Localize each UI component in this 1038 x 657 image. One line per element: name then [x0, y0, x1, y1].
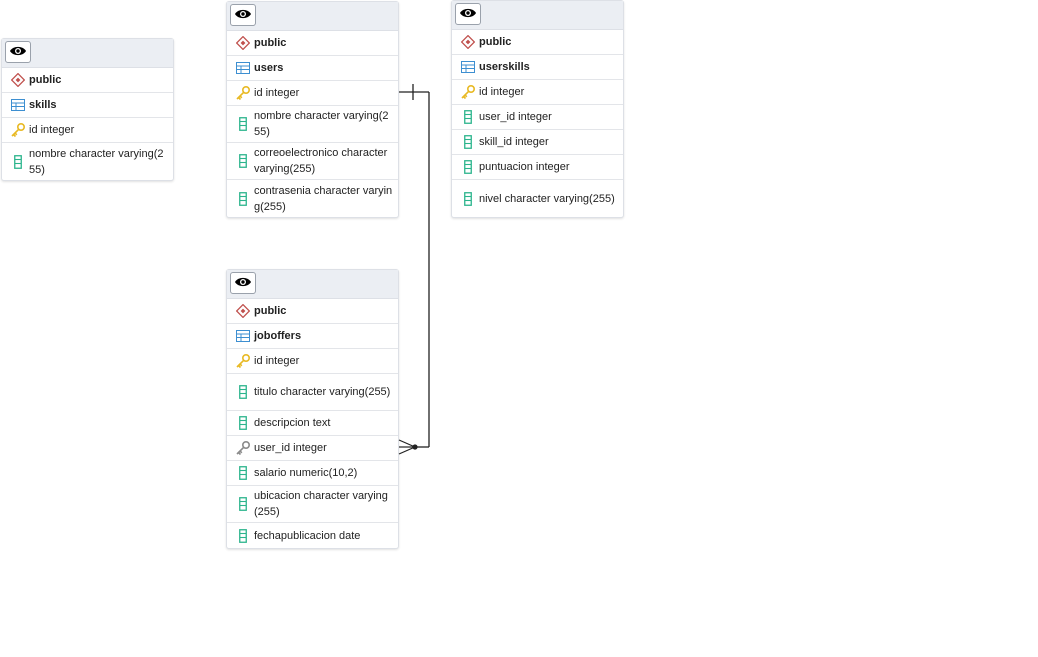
column-icon	[460, 109, 476, 125]
column-label: nombre character varying(255)	[29, 147, 164, 176]
column-row[interactable]: id integer	[227, 349, 398, 374]
schema-name: public	[254, 305, 287, 317]
primary-key-icon	[235, 85, 251, 101]
column-row[interactable]: id integer	[452, 80, 623, 105]
link-anchor-dot	[412, 444, 418, 450]
column-label: nombre character varying(255)	[254, 110, 389, 138]
view-toggle-button[interactable]	[230, 272, 256, 294]
table-name: userskills	[479, 61, 530, 73]
table-name-row: users	[227, 56, 398, 81]
column-label: id integer	[254, 87, 300, 99]
column-row[interactable]: contrasenia character varying(255)	[227, 180, 398, 217]
column-row[interactable]: skill_id integer	[452, 130, 623, 155]
view-toggle-button[interactable]	[5, 41, 31, 63]
eye-icon	[459, 7, 477, 22]
column-label: id integer	[254, 355, 300, 367]
primary-key-icon	[235, 353, 251, 369]
table-header	[452, 1, 623, 30]
relationship-line[interactable]	[399, 91, 430, 448]
column-label: id integer	[29, 124, 75, 136]
column-label: salario numeric(10,2)	[254, 467, 358, 479]
column-row[interactable]: descripcion text	[227, 411, 398, 436]
schema-name: public	[479, 36, 512, 48]
column-icon	[235, 191, 251, 207]
column-label: contrasenia character varying(255)	[254, 184, 393, 213]
schema-icon	[10, 72, 26, 88]
view-toggle-button[interactable]	[455, 3, 481, 25]
column-row[interactable]: nombre character varying(255)	[227, 106, 398, 143]
column-row[interactable]: user_id integer	[227, 436, 398, 461]
column-icon	[235, 496, 251, 512]
eye-icon	[234, 8, 252, 23]
schema-row: public	[227, 31, 398, 56]
column-row[interactable]: salario numeric(10,2)	[227, 461, 398, 486]
table-name: skills	[29, 99, 57, 111]
eye-icon	[9, 45, 27, 60]
eye-icon	[234, 276, 252, 291]
column-label: ubicacion character varying(255)	[254, 490, 388, 518]
table-skills[interactable]: public skills id integer nombre characte…	[1, 38, 174, 181]
column-icon	[460, 134, 476, 150]
column-label: puntuacion integer	[479, 161, 570, 173]
table-users[interactable]: public users id integer nombre character…	[226, 1, 399, 218]
column-icon	[235, 528, 251, 544]
table-name-row: joboffers	[227, 324, 398, 349]
schema-icon	[460, 34, 476, 50]
column-row[interactable]: user_id integer	[452, 105, 623, 130]
table-name-row: skills	[2, 93, 173, 118]
column-icon	[235, 153, 251, 169]
schema-name: public	[29, 74, 62, 86]
schema-row: public	[452, 30, 623, 55]
column-icon	[460, 159, 476, 175]
table-name: users	[254, 62, 284, 74]
column-row[interactable]: titulo character varying(255)	[227, 374, 398, 411]
column-row[interactable]: nivel character varying(255)	[452, 180, 623, 217]
view-toggle-button[interactable]	[230, 4, 256, 26]
table-joboffers[interactable]: public joboffers id integer titulo chara…	[226, 269, 399, 549]
column-row[interactable]: id integer	[227, 81, 398, 106]
column-icon	[235, 415, 251, 431]
column-row[interactable]: ubicacion character varying(255)	[227, 486, 398, 523]
column-label: titulo character varying(255)	[254, 386, 391, 398]
column-label: descripcion text	[254, 417, 331, 429]
column-label: skill_id integer	[479, 136, 549, 148]
table-icon	[10, 97, 26, 113]
table-icon	[235, 60, 251, 76]
primary-key-icon	[10, 122, 26, 138]
column-icon	[235, 116, 251, 132]
primary-key-icon	[460, 84, 476, 100]
column-icon	[235, 465, 251, 481]
column-row[interactable]: nombre character varying(255)	[2, 143, 173, 180]
column-label: correoelectronico character varying(255)	[254, 147, 388, 175]
column-row[interactable]: fechapublicacion date	[227, 523, 398, 548]
column-icon	[460, 191, 476, 207]
table-userskills[interactable]: public userskills id integer user_id int…	[451, 0, 624, 218]
schema-row: public	[2, 68, 173, 93]
table-icon	[460, 59, 476, 75]
column-row[interactable]: id integer	[2, 118, 173, 143]
schema-icon	[235, 303, 251, 319]
column-row[interactable]: correoelectronico character varying(255)	[227, 143, 398, 180]
schema-row: public	[227, 299, 398, 324]
column-label: user_id integer	[254, 442, 327, 454]
table-name: joboffers	[254, 330, 302, 342]
column-label: id integer	[479, 86, 525, 98]
table-header	[227, 270, 398, 299]
column-icon	[10, 154, 26, 170]
table-header	[227, 2, 398, 31]
many-cardinality-marker	[398, 439, 416, 455]
column-icon	[235, 384, 251, 400]
column-row[interactable]: puntuacion integer	[452, 155, 623, 180]
column-label: fechapublicacion date	[254, 529, 361, 542]
table-header	[2, 39, 173, 68]
schema-name: public	[254, 37, 287, 49]
column-label: user_id integer	[479, 111, 552, 123]
column-label: nivel character varying(255)	[479, 192, 615, 205]
foreign-key-icon	[235, 440, 251, 456]
table-icon	[235, 328, 251, 344]
schema-icon	[235, 35, 251, 51]
table-name-row: userskills	[452, 55, 623, 80]
